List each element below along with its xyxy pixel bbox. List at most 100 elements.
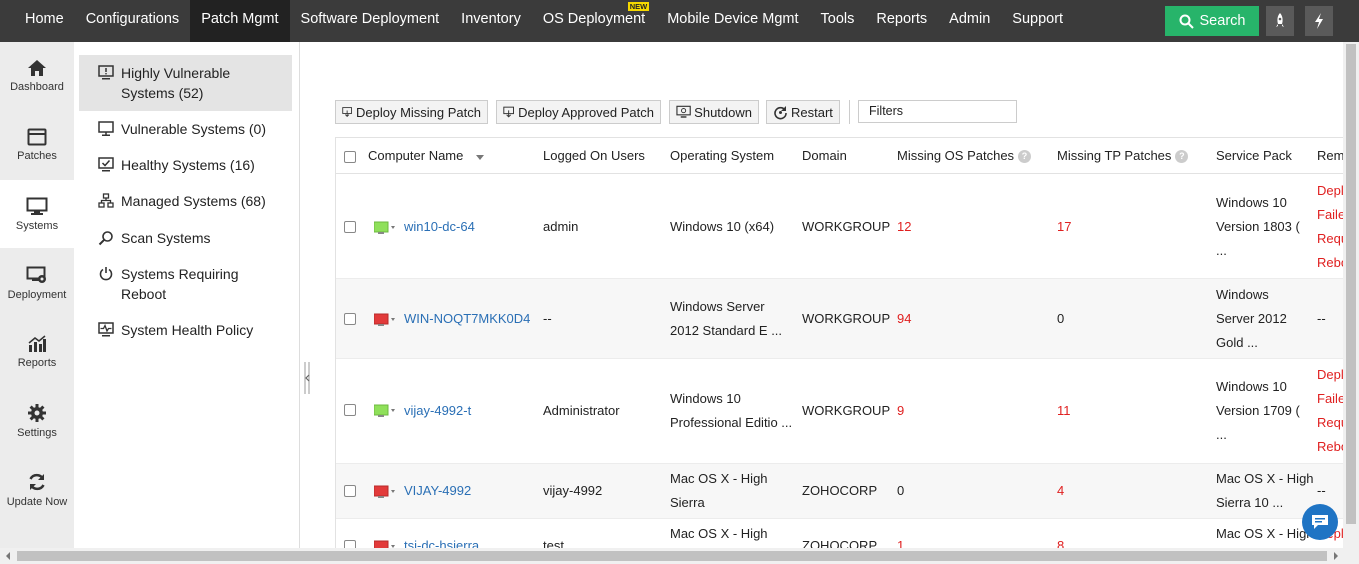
nav-os-deployment[interactable]: OS Deployment NEW: [532, 0, 656, 42]
shutdown-button[interactable]: Shutdown: [669, 100, 759, 124]
nav-tools[interactable]: Tools: [810, 0, 866, 42]
scroll-right-arrow-icon[interactable]: [1331, 548, 1341, 564]
refresh-icon: [29, 473, 45, 491]
nav-reports[interactable]: Reports: [865, 0, 938, 42]
submenu-label: Highly Vulnerable Systems (52): [121, 63, 230, 103]
deploy-approved-patch-button[interactable]: Deploy Approved Patch: [496, 100, 661, 124]
toolbar-separator: [849, 100, 850, 124]
table-row: vijay-4992-t Administrator Windows 10 Pro…: [336, 359, 1343, 464]
row-checkbox[interactable]: [344, 221, 356, 233]
sidebar-item-deployment[interactable]: Deployment: [0, 249, 74, 317]
status-monitor-icon: [374, 221, 395, 234]
missing-os-patches[interactable]: 94: [897, 307, 911, 331]
submenu-label-line2: Reboot: [121, 286, 167, 302]
column-operating-system[interactable]: Operating System: [670, 138, 774, 174]
submenu-label-line1: Systems Requiring: [121, 266, 239, 282]
sidebar-item-label: Deployment: [7, 288, 67, 301]
power-icon: [97, 264, 115, 284]
scroll-left-arrow-icon[interactable]: [3, 548, 13, 564]
computer-name-link[interactable]: vijay-4992-t: [404, 399, 471, 423]
help-icon[interactable]: ?: [1175, 150, 1189, 164]
sidebar-item-reports[interactable]: Reports: [0, 318, 74, 386]
bar-chart-icon: [28, 335, 46, 352]
submenu-label-line1: Highly Vulnerable: [121, 65, 231, 81]
missing-tp-patches[interactable]: 4: [1057, 479, 1064, 503]
select-all-checkbox[interactable]: [344, 151, 356, 163]
os-line: Windows Server: [670, 299, 765, 314]
operating-system: Windows Server 2012 Standard E ...: [670, 295, 782, 343]
submenu-managed[interactable]: Managed Systems (68): [79, 191, 292, 211]
service-pack-line: ...: [1216, 427, 1227, 442]
search-button[interactable]: Search: [1165, 6, 1259, 36]
sidebar-item-systems[interactable]: Systems: [0, 180, 74, 248]
row-checkbox[interactable]: [344, 404, 356, 416]
service-pack-line: Version 1803 (: [1216, 219, 1300, 234]
nav-inventory[interactable]: Inventory: [450, 0, 532, 42]
status-monitor-icon: [374, 404, 395, 417]
column-label: Computer Name: [368, 148, 464, 163]
computer-name-link[interactable]: win10-dc-64: [404, 215, 475, 239]
column-domain[interactable]: Domain: [802, 138, 847, 174]
computer-name-link[interactable]: tsi-dc-hsierra: [404, 534, 479, 548]
column-service-pack[interactable]: Service Pack: [1216, 138, 1292, 174]
nav-support[interactable]: Support: [1001, 0, 1074, 42]
computer-name-link[interactable]: VIJAY-4992: [404, 479, 471, 503]
column-logged-on-users[interactable]: Logged On Users: [543, 138, 645, 174]
submenu-label: Healthy Systems (16): [121, 157, 255, 173]
submenu-requiring-reboot[interactable]: Systems Requiring Reboot: [79, 264, 292, 304]
sidebar-item-settings[interactable]: Settings: [0, 387, 74, 455]
service-pack-line: Mac OS X - High: [1216, 471, 1314, 486]
panel-divider: [299, 42, 300, 548]
column-computer-name[interactable]: Computer Name: [368, 138, 485, 174]
service-pack: Windows 10 Version 1709 (...: [1216, 375, 1300, 447]
nav-home[interactable]: Home: [0, 0, 75, 42]
vertical-scroll-thumb[interactable]: [1346, 44, 1356, 524]
sidebar-item-patches[interactable]: Patches: [0, 111, 74, 179]
service-pack: Mac OS X - High: [1216, 526, 1314, 541]
filters-input[interactable]: Filters: [858, 100, 1017, 123]
row-checkbox[interactable]: [344, 313, 356, 325]
service-pack-line: Server 2012: [1216, 311, 1287, 326]
service-pack: Windows 10 Version 1803 (...: [1216, 191, 1300, 263]
submenu-label: Managed Systems (68): [121, 193, 266, 209]
horizontal-scroll-thumb[interactable]: [17, 551, 1327, 561]
submenu-vulnerable[interactable]: Vulnerable Systems (0): [79, 119, 292, 139]
deploy-icon: [342, 107, 352, 118]
missing-tp-patches: 0: [1057, 311, 1065, 326]
row-checkbox[interactable]: [344, 485, 356, 497]
help-icon[interactable]: ?: [1018, 150, 1032, 164]
systems-table: Computer Name Logged On Users Operating …: [335, 137, 1343, 548]
computer-name-link[interactable]: WIN-NOQT7MKK0D4: [404, 307, 530, 331]
collapse-handle-icon[interactable]: [303, 362, 311, 394]
column-missing-tp-patches[interactable]: Missing TP Patches?: [1057, 138, 1189, 174]
nav-patch-mgmt[interactable]: Patch Mgmt: [190, 0, 290, 42]
restart-button[interactable]: Restart: [766, 100, 840, 124]
missing-os-patches[interactable]: 12: [897, 215, 911, 239]
quick-launch-button[interactable]: [1266, 6, 1294, 36]
submenu-scan-systems[interactable]: Scan Systems: [79, 228, 292, 248]
nav-software-deployment[interactable]: Software Deployment: [290, 0, 451, 42]
missing-tp-patches[interactable]: 11: [1057, 399, 1071, 423]
row-checkbox[interactable]: [344, 540, 356, 548]
missing-tp-patches[interactable]: 8: [1057, 534, 1064, 548]
missing-tp-patches[interactable]: 17: [1057, 215, 1071, 239]
chat-button[interactable]: [1302, 504, 1338, 540]
restart-icon: [774, 105, 787, 119]
quick-actions-button[interactable]: [1305, 6, 1333, 36]
column-remarks[interactable]: Rem: [1317, 138, 1343, 174]
sidebar-item-label: Settings: [17, 427, 57, 439]
submenu-healthy[interactable]: Healthy Systems (16): [79, 155, 292, 175]
missing-os-patches[interactable]: 1: [897, 534, 904, 548]
nav-admin[interactable]: Admin: [938, 0, 1001, 42]
missing-os-patches[interactable]: 9: [897, 399, 904, 423]
submenu-highly-vulnerable[interactable]: Highly Vulnerable Systems (52): [79, 55, 292, 111]
sidebar-item-update-now[interactable]: Update Now: [0, 456, 74, 524]
nav-configurations[interactable]: Configurations: [75, 0, 191, 42]
submenu-label-line2: Systems (52): [121, 85, 204, 101]
nav-mobile-device-mgmt[interactable]: Mobile Device Mgmt: [656, 0, 809, 42]
column-missing-os-patches[interactable]: Missing OS Patches?: [897, 138, 1032, 174]
sidebar-item-dashboard[interactable]: Dashboard: [0, 42, 74, 110]
deploy-missing-patch-button[interactable]: Deploy Missing Patch: [335, 100, 488, 124]
submenu-system-health-policy[interactable]: System Health Policy: [79, 320, 292, 340]
logged-on-user: --: [543, 311, 552, 326]
